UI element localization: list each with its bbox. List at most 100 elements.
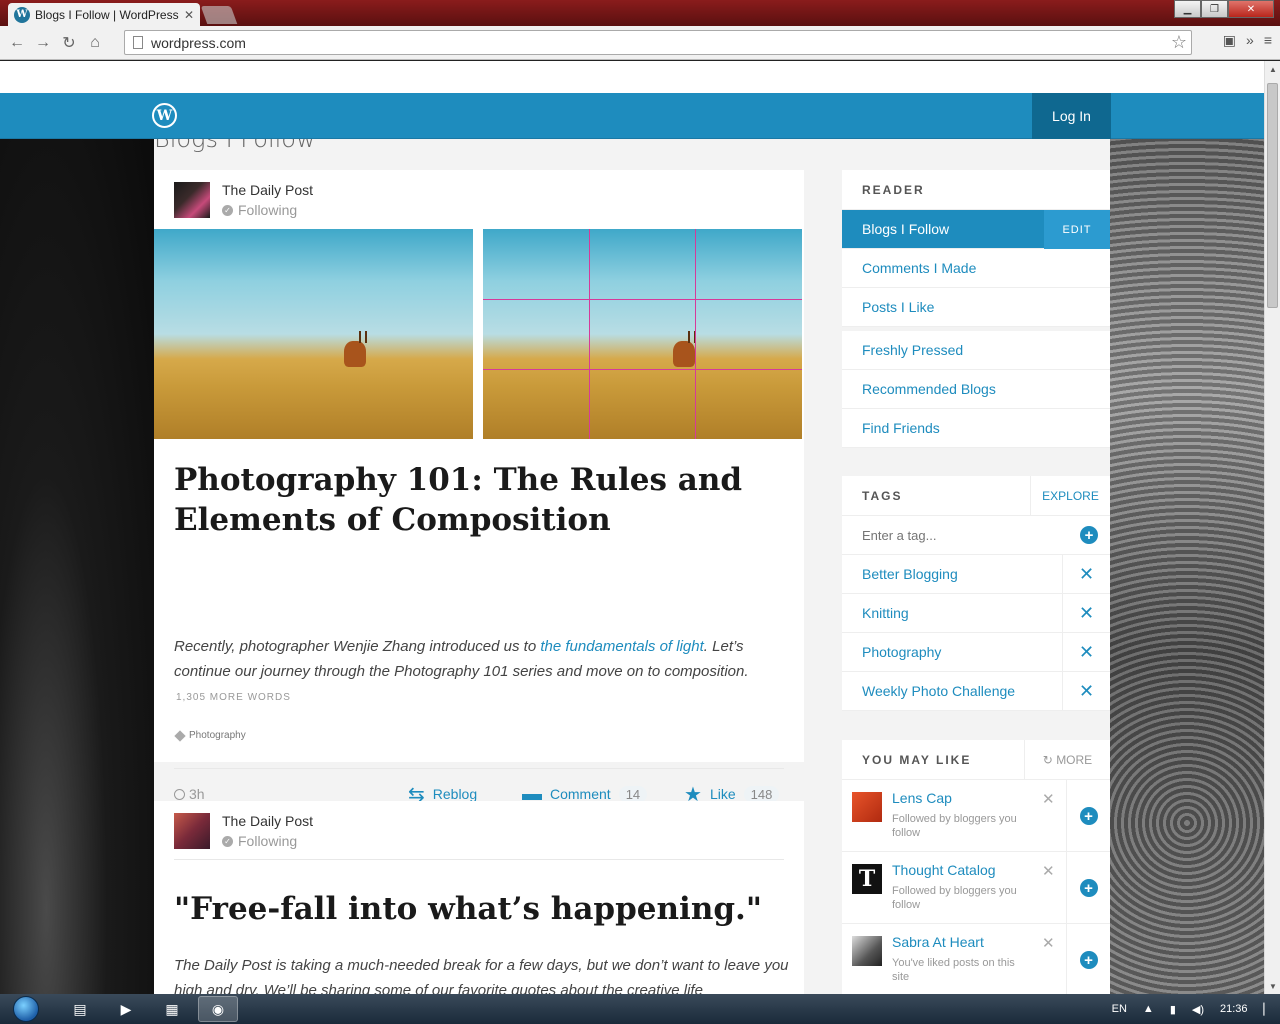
sidebar-item-freshly-pressed[interactable]: Freshly Pressed — [842, 331, 1110, 370]
login-button[interactable]: Log In — [1032, 93, 1111, 139]
remove-tag-x-icon[interactable]: ✕ — [1062, 555, 1110, 594]
deer-photo-grid — [483, 229, 802, 439]
dismiss-x-icon[interactable]: ✕ — [1042, 934, 1055, 952]
tags-header-label: TAGS — [862, 488, 903, 503]
explore-tags-link[interactable]: EXPLORE — [1030, 475, 1110, 516]
blog-avatar[interactable] — [174, 813, 210, 849]
recommendation-name[interactable]: Lens Cap — [892, 790, 952, 806]
chrome-taskbar-icon[interactable]: ◉ — [198, 996, 238, 1022]
following-status[interactable]: ✓ Following — [222, 833, 313, 849]
post-time[interactable]: 3h — [174, 786, 205, 802]
maximize-button[interactable]: ❐ — [1201, 0, 1228, 18]
start-button[interactable] — [4, 994, 48, 1024]
fundamentals-of-light-link[interactable]: the fundamentals of light — [540, 638, 703, 655]
following-status[interactable]: ✓ Following — [222, 202, 313, 218]
window-controls: ▁ ❐ ✕ — [1174, 0, 1274, 18]
volume-icon[interactable]: ◀) — [1192, 1003, 1204, 1016]
dismiss-x-icon[interactable]: ✕ — [1042, 862, 1055, 880]
lens-cap-avatar[interactable] — [852, 792, 882, 822]
recommendation-name[interactable]: Sabra At Heart — [892, 934, 984, 950]
rule-of-thirds-line — [483, 299, 802, 300]
scrollbar-thumb[interactable] — [1267, 83, 1278, 308]
tag-item-weekly-photo-challenge[interactable]: Weekly Photo Challenge ✕ — [842, 672, 1110, 711]
add-tag-plus-icon[interactable]: + — [1080, 526, 1098, 544]
post-featured-image[interactable] — [154, 229, 802, 439]
bookmark-star-icon[interactable]: ☆ — [1171, 32, 1187, 53]
follow-button[interactable]: + — [1066, 780, 1110, 852]
sidebar-item-recommended-blogs[interactable]: Recommended Blogs — [842, 370, 1110, 409]
page-scrollbar[interactable]: ▲ ▼ — [1264, 61, 1280, 994]
language-indicator[interactable]: EN — [1112, 1003, 1127, 1015]
file-explorer-icon[interactable]: ▤ — [60, 996, 100, 1022]
system-tray: EN ▲ ▮ ◀) 21:36 ▏ — [1112, 994, 1272, 1024]
extension-icon[interactable]: ▣ — [1223, 32, 1236, 49]
tag-item-knitting[interactable]: Knitting ✕ — [842, 594, 1110, 633]
minimize-button[interactable]: ▁ — [1174, 0, 1201, 18]
menu-icon[interactable]: ≡ — [1264, 32, 1272, 49]
post-blog-header: The Daily Post ✓ Following — [174, 813, 313, 849]
tab-close-icon[interactable]: ✕ — [184, 8, 194, 22]
rule-of-thirds-line — [483, 369, 802, 370]
sidebar-item-posts-i-like[interactable]: Posts I Like — [842, 288, 1110, 327]
rule-of-thirds-line — [589, 229, 590, 439]
calculator-icon[interactable]: ▦ — [152, 996, 192, 1022]
post-card: The Daily Post ✓ Following "Free-fall in… — [154, 801, 804, 994]
windows-taskbar: ▤ ▶ ▦ ◉ EN ▲ ▮ ◀) 21:36 ▏ — [0, 994, 1280, 1024]
remove-tag-x-icon[interactable]: ✕ — [1062, 633, 1110, 672]
show-desktop-button[interactable]: ▏ — [1264, 1003, 1272, 1016]
follow-plus-icon: + — [1079, 951, 1098, 969]
checkmark-icon: ✓ — [222, 835, 233, 847]
post-title[interactable]: "Free-fall into what’s happening." — [174, 889, 774, 929]
forward-arrow-icon[interactable]: → — [32, 32, 54, 54]
remove-tag-x-icon[interactable]: ✕ — [1062, 594, 1110, 633]
sabra-at-heart-avatar[interactable] — [852, 936, 882, 966]
scroll-down-arrow-icon[interactable]: ▼ — [1265, 978, 1280, 994]
more-recommendations-link[interactable]: ↻ MORE — [1024, 739, 1110, 780]
address-bar[interactable]: wordpress.com ☆ — [124, 30, 1192, 55]
deer-antler — [359, 331, 367, 343]
more-words-link[interactable]: 1,305 MORE WORDS — [176, 692, 291, 703]
blog-avatar[interactable] — [174, 182, 210, 218]
post-tag-label: Photography — [189, 730, 246, 741]
tray-expand-icon[interactable]: ▲ — [1143, 1003, 1154, 1015]
post-title[interactable]: Photography 101: The Rules and Elements … — [174, 460, 774, 540]
blog-name[interactable]: The Daily Post — [222, 182, 313, 198]
recommendation-name[interactable]: Thought Catalog — [892, 862, 996, 878]
post-excerpt: Recently, photographer Wenjie Zhang intr… — [174, 634, 789, 684]
close-window-button[interactable]: ✕ — [1228, 0, 1274, 18]
tag-item-photography[interactable]: Photography ✕ — [842, 633, 1110, 672]
overflow-chevron-icon[interactable]: » — [1246, 32, 1254, 49]
reload-icon[interactable]: ↻ — [58, 32, 80, 54]
recommendation-reason: Followed by bloggers you follow — [892, 885, 1017, 911]
post-tag[interactable]: Photography — [174, 729, 246, 742]
follow-plus-icon: + — [1079, 807, 1098, 825]
edit-button[interactable]: EDIT — [1044, 210, 1110, 249]
tag-item-better-blogging[interactable]: Better Blogging ✕ — [842, 555, 1110, 594]
blog-name[interactable]: The Daily Post — [222, 813, 313, 829]
url-text: wordpress.com — [151, 34, 246, 51]
you-may-like-panel: YOU MAY LIKE ↻ MORE Lens Cap Followed by… — [842, 739, 1110, 994]
wordpress-logo-icon[interactable]: W — [152, 103, 177, 128]
browser-tab-active[interactable]: W Blogs I Follow | WordPress ✕ — [8, 3, 200, 26]
follow-button[interactable]: + — [1066, 852, 1110, 924]
post-blog-header: The Daily Post ✓ Following — [174, 182, 313, 218]
network-icon[interactable]: ▮ — [1170, 1003, 1176, 1016]
remove-tag-x-icon[interactable]: ✕ — [1062, 672, 1110, 711]
sidebar-item-find-friends[interactable]: Find Friends — [842, 409, 1110, 448]
media-player-icon[interactable]: ▶ — [106, 996, 146, 1022]
dismiss-x-icon[interactable]: ✕ — [1042, 790, 1055, 808]
clock[interactable]: 21:36 — [1220, 1003, 1248, 1015]
tag-input[interactable] — [862, 527, 1042, 543]
home-icon[interactable]: ⌂ — [84, 32, 106, 54]
more-label: MORE — [1056, 752, 1093, 767]
sidebar-item-comments-i-made[interactable]: Comments I Made — [842, 249, 1110, 288]
wordpress-masthead: W Log In — [0, 93, 1264, 139]
scroll-up-arrow-icon[interactable]: ▲ — [1265, 61, 1280, 77]
back-arrow-icon[interactable]: ← — [6, 32, 28, 54]
new-tab-button[interactable] — [200, 6, 238, 24]
tag-input-row: + — [842, 516, 1110, 555]
sidebar-item-blogs-i-follow[interactable]: Blogs I Follow EDIT — [842, 210, 1110, 249]
follow-button[interactable]: + — [1066, 924, 1110, 994]
thought-catalog-avatar[interactable]: T — [852, 864, 882, 894]
recommendation-item: Lens Cap Followed by bloggers you follow… — [842, 780, 1110, 852]
